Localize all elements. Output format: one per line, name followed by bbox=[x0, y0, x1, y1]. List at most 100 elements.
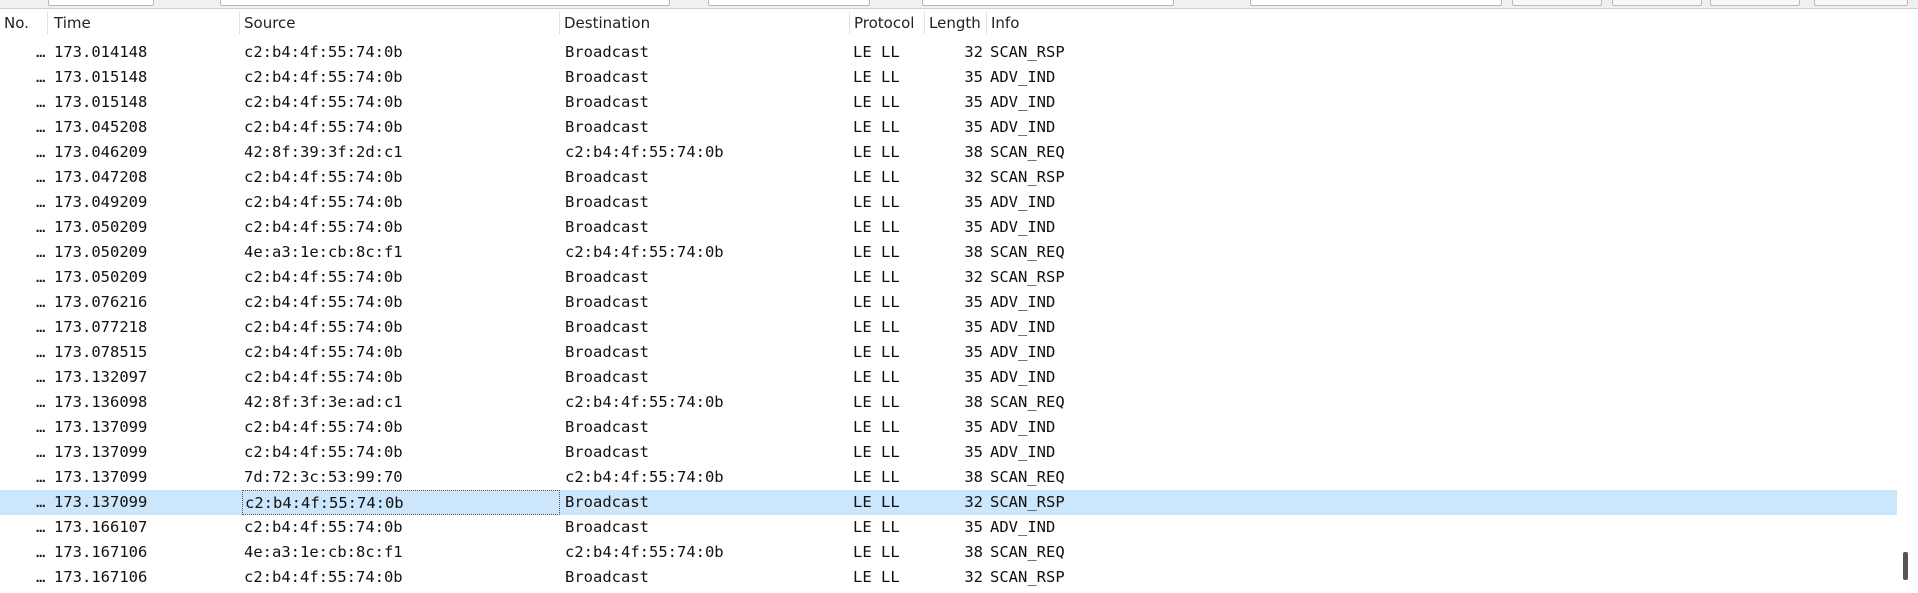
vertical-scrollbar[interactable] bbox=[1900, 34, 1918, 593]
packet-no: … bbox=[36, 318, 46, 336]
packet-length: 32 bbox=[964, 168, 983, 186]
packet-time: 173.078515 bbox=[54, 343, 148, 361]
packet-row[interactable]: … 173.078515 c2:b4:4f:55:74:0b Broadcast… bbox=[0, 340, 1897, 365]
packet-row[interactable]: … 173.136098 42:8f:3f:3e:ad:c1 c2:b4:4f:… bbox=[0, 390, 1897, 415]
packet-row[interactable]: … 173.046209 42:8f:39:3f:2d:c1 c2:b4:4f:… bbox=[0, 140, 1897, 165]
toolbar-field-1[interactable] bbox=[48, 0, 154, 6]
packet-no: … bbox=[36, 118, 46, 136]
packet-length: 35 bbox=[964, 418, 983, 436]
packet-time: 173.166107 bbox=[54, 518, 148, 536]
packet-row[interactable]: … 173.167106 c2:b4:4f:55:74:0b Broadcast… bbox=[0, 565, 1897, 590]
toolbar-button-1[interactable] bbox=[1512, 0, 1602, 6]
packet-destination: Broadcast bbox=[565, 343, 649, 361]
packet-row[interactable]: … 173.050209 c2:b4:4f:55:74:0b Broadcast… bbox=[0, 265, 1897, 290]
packet-source: 7d:72:3c:53:99:70 bbox=[244, 468, 403, 486]
packet-row[interactable]: … 173.049209 c2:b4:4f:55:74:0b Broadcast… bbox=[0, 190, 1897, 215]
packet-length: 35 bbox=[964, 118, 983, 136]
toolbar-button-4[interactable] bbox=[1814, 0, 1908, 6]
packet-protocol: LE LL bbox=[853, 243, 900, 261]
packet-info: ADV_IND bbox=[990, 293, 1056, 311]
packet-no: … bbox=[36, 443, 46, 461]
column-header-protocol[interactable]: Protocol bbox=[850, 12, 925, 34]
column-header-source[interactable]: Source bbox=[240, 12, 560, 34]
packet-source-focused-cell[interactable]: c2:b4:4f:55:74:0b bbox=[242, 490, 560, 515]
toolbar-button-2[interactable] bbox=[1612, 0, 1702, 6]
packet-length: 38 bbox=[964, 468, 983, 486]
packet-row[interactable]: … 173.166107 c2:b4:4f:55:74:0b Broadcast… bbox=[0, 515, 1897, 540]
packet-length: 32 bbox=[964, 568, 983, 586]
toolbar-button-3[interactable] bbox=[1710, 0, 1800, 6]
packet-row[interactable]: … 173.050209 4e:a3:1e:cb:8c:f1 c2:b4:4f:… bbox=[0, 240, 1897, 265]
packet-source: c2:b4:4f:55:74:0b bbox=[244, 193, 403, 211]
packet-row[interactable]: … 173.015148 c2:b4:4f:55:74:0b Broadcast… bbox=[0, 65, 1897, 90]
packet-destination: Broadcast bbox=[565, 518, 649, 536]
packet-time: 173.077218 bbox=[54, 318, 148, 336]
packet-row[interactable]: … 173.047208 c2:b4:4f:55:74:0b Broadcast… bbox=[0, 165, 1897, 190]
toolbar-field-3[interactable] bbox=[708, 0, 870, 6]
packet-info: ADV_IND bbox=[990, 193, 1056, 211]
packet-destination: Broadcast bbox=[565, 418, 649, 436]
packet-source: c2:b4:4f:55:74:0b bbox=[244, 418, 403, 436]
toolbar-field-4[interactable] bbox=[922, 0, 1174, 6]
packet-length: 32 bbox=[964, 43, 983, 61]
packet-info: SCAN_REQ bbox=[990, 243, 1065, 261]
toolbar-field-2[interactable] bbox=[220, 0, 670, 6]
column-header-destination[interactable]: Destination bbox=[560, 12, 850, 34]
packet-no: … bbox=[36, 68, 46, 86]
packet-row[interactable]: … 173.076216 c2:b4:4f:55:74:0b Broadcast… bbox=[0, 290, 1897, 315]
packet-info: SCAN_RSP bbox=[990, 493, 1065, 511]
packet-time: 173.015148 bbox=[54, 68, 148, 86]
packet-length: 38 bbox=[964, 393, 983, 411]
packet-info: SCAN_RSP bbox=[990, 268, 1065, 286]
packet-info: SCAN_REQ bbox=[990, 468, 1065, 486]
toolbar-field-5[interactable] bbox=[1250, 0, 1502, 6]
packet-destination: Broadcast bbox=[565, 118, 649, 136]
column-header-length[interactable]: Length bbox=[925, 12, 987, 34]
column-header-no[interactable]: No. bbox=[0, 12, 48, 34]
packet-destination: Broadcast bbox=[565, 68, 649, 86]
column-header-info[interactable]: Info bbox=[987, 12, 1897, 34]
packet-time: 173.137099 bbox=[54, 468, 148, 486]
packet-row[interactable]: … 173.137099 c2:b4:4f:55:74:0b Broadcast… bbox=[0, 440, 1897, 465]
packet-time: 173.049209 bbox=[54, 193, 148, 211]
packet-row-selected[interactable]: … 173.137099 c2:b4:4f:55:74:0b Broadcast… bbox=[0, 490, 1897, 515]
packet-time: 173.137099 bbox=[54, 418, 148, 436]
packet-destination: Broadcast bbox=[565, 218, 649, 236]
packet-length: 38 bbox=[964, 543, 983, 561]
packet-row[interactable]: … 173.014148 c2:b4:4f:55:74:0b Broadcast… bbox=[0, 40, 1897, 65]
packet-row[interactable]: … 173.077218 c2:b4:4f:55:74:0b Broadcast… bbox=[0, 315, 1897, 340]
packet-row[interactable]: … 173.050209 c2:b4:4f:55:74:0b Broadcast… bbox=[0, 215, 1897, 240]
packet-time: 173.050209 bbox=[54, 218, 148, 236]
packet-row[interactable]: … 173.045208 c2:b4:4f:55:74:0b Broadcast… bbox=[0, 115, 1897, 140]
packet-list-header: No. Time Source Destination Protocol Len… bbox=[0, 12, 1918, 34]
packet-row[interactable]: … 173.132097 c2:b4:4f:55:74:0b Broadcast… bbox=[0, 365, 1897, 390]
packet-row[interactable]: … 173.167106 4e:a3:1e:cb:8c:f1 c2:b4:4f:… bbox=[0, 540, 1897, 565]
packet-no: … bbox=[36, 43, 46, 61]
packet-source: c2:b4:4f:55:74:0b bbox=[244, 343, 403, 361]
packet-row[interactable]: … 173.015148 c2:b4:4f:55:74:0b Broadcast… bbox=[0, 90, 1897, 115]
packet-protocol: LE LL bbox=[853, 293, 900, 311]
packet-row[interactable]: … 173.137099 7d:72:3c:53:99:70 c2:b4:4f:… bbox=[0, 465, 1897, 490]
packet-time: 173.045208 bbox=[54, 118, 148, 136]
packet-info: SCAN_RSP bbox=[990, 168, 1065, 186]
packet-destination: Broadcast bbox=[565, 293, 649, 311]
packet-info: SCAN_REQ bbox=[990, 143, 1065, 161]
packet-info: SCAN_REQ bbox=[990, 543, 1065, 561]
packet-protocol: LE LL bbox=[853, 368, 900, 386]
packet-destination: c2:b4:4f:55:74:0b bbox=[565, 143, 724, 161]
packet-no: … bbox=[36, 368, 46, 386]
packet-destination: c2:b4:4f:55:74:0b bbox=[565, 393, 724, 411]
scrollbar-thumb[interactable] bbox=[1903, 552, 1908, 580]
packet-protocol: LE LL bbox=[853, 193, 900, 211]
packet-protocol: LE LL bbox=[853, 568, 900, 586]
packet-info: ADV_IND bbox=[990, 318, 1056, 336]
packet-length: 35 bbox=[964, 368, 983, 386]
packet-source: c2:b4:4f:55:74:0b bbox=[244, 293, 403, 311]
packet-length: 32 bbox=[964, 493, 983, 511]
packet-info: ADV_IND bbox=[990, 118, 1056, 136]
packet-time: 173.167106 bbox=[54, 543, 148, 561]
packet-row[interactable]: … 173.137099 c2:b4:4f:55:74:0b Broadcast… bbox=[0, 415, 1897, 440]
column-header-time[interactable]: Time bbox=[50, 12, 240, 34]
packet-destination: Broadcast bbox=[565, 443, 649, 461]
packet-protocol: LE LL bbox=[853, 93, 900, 111]
